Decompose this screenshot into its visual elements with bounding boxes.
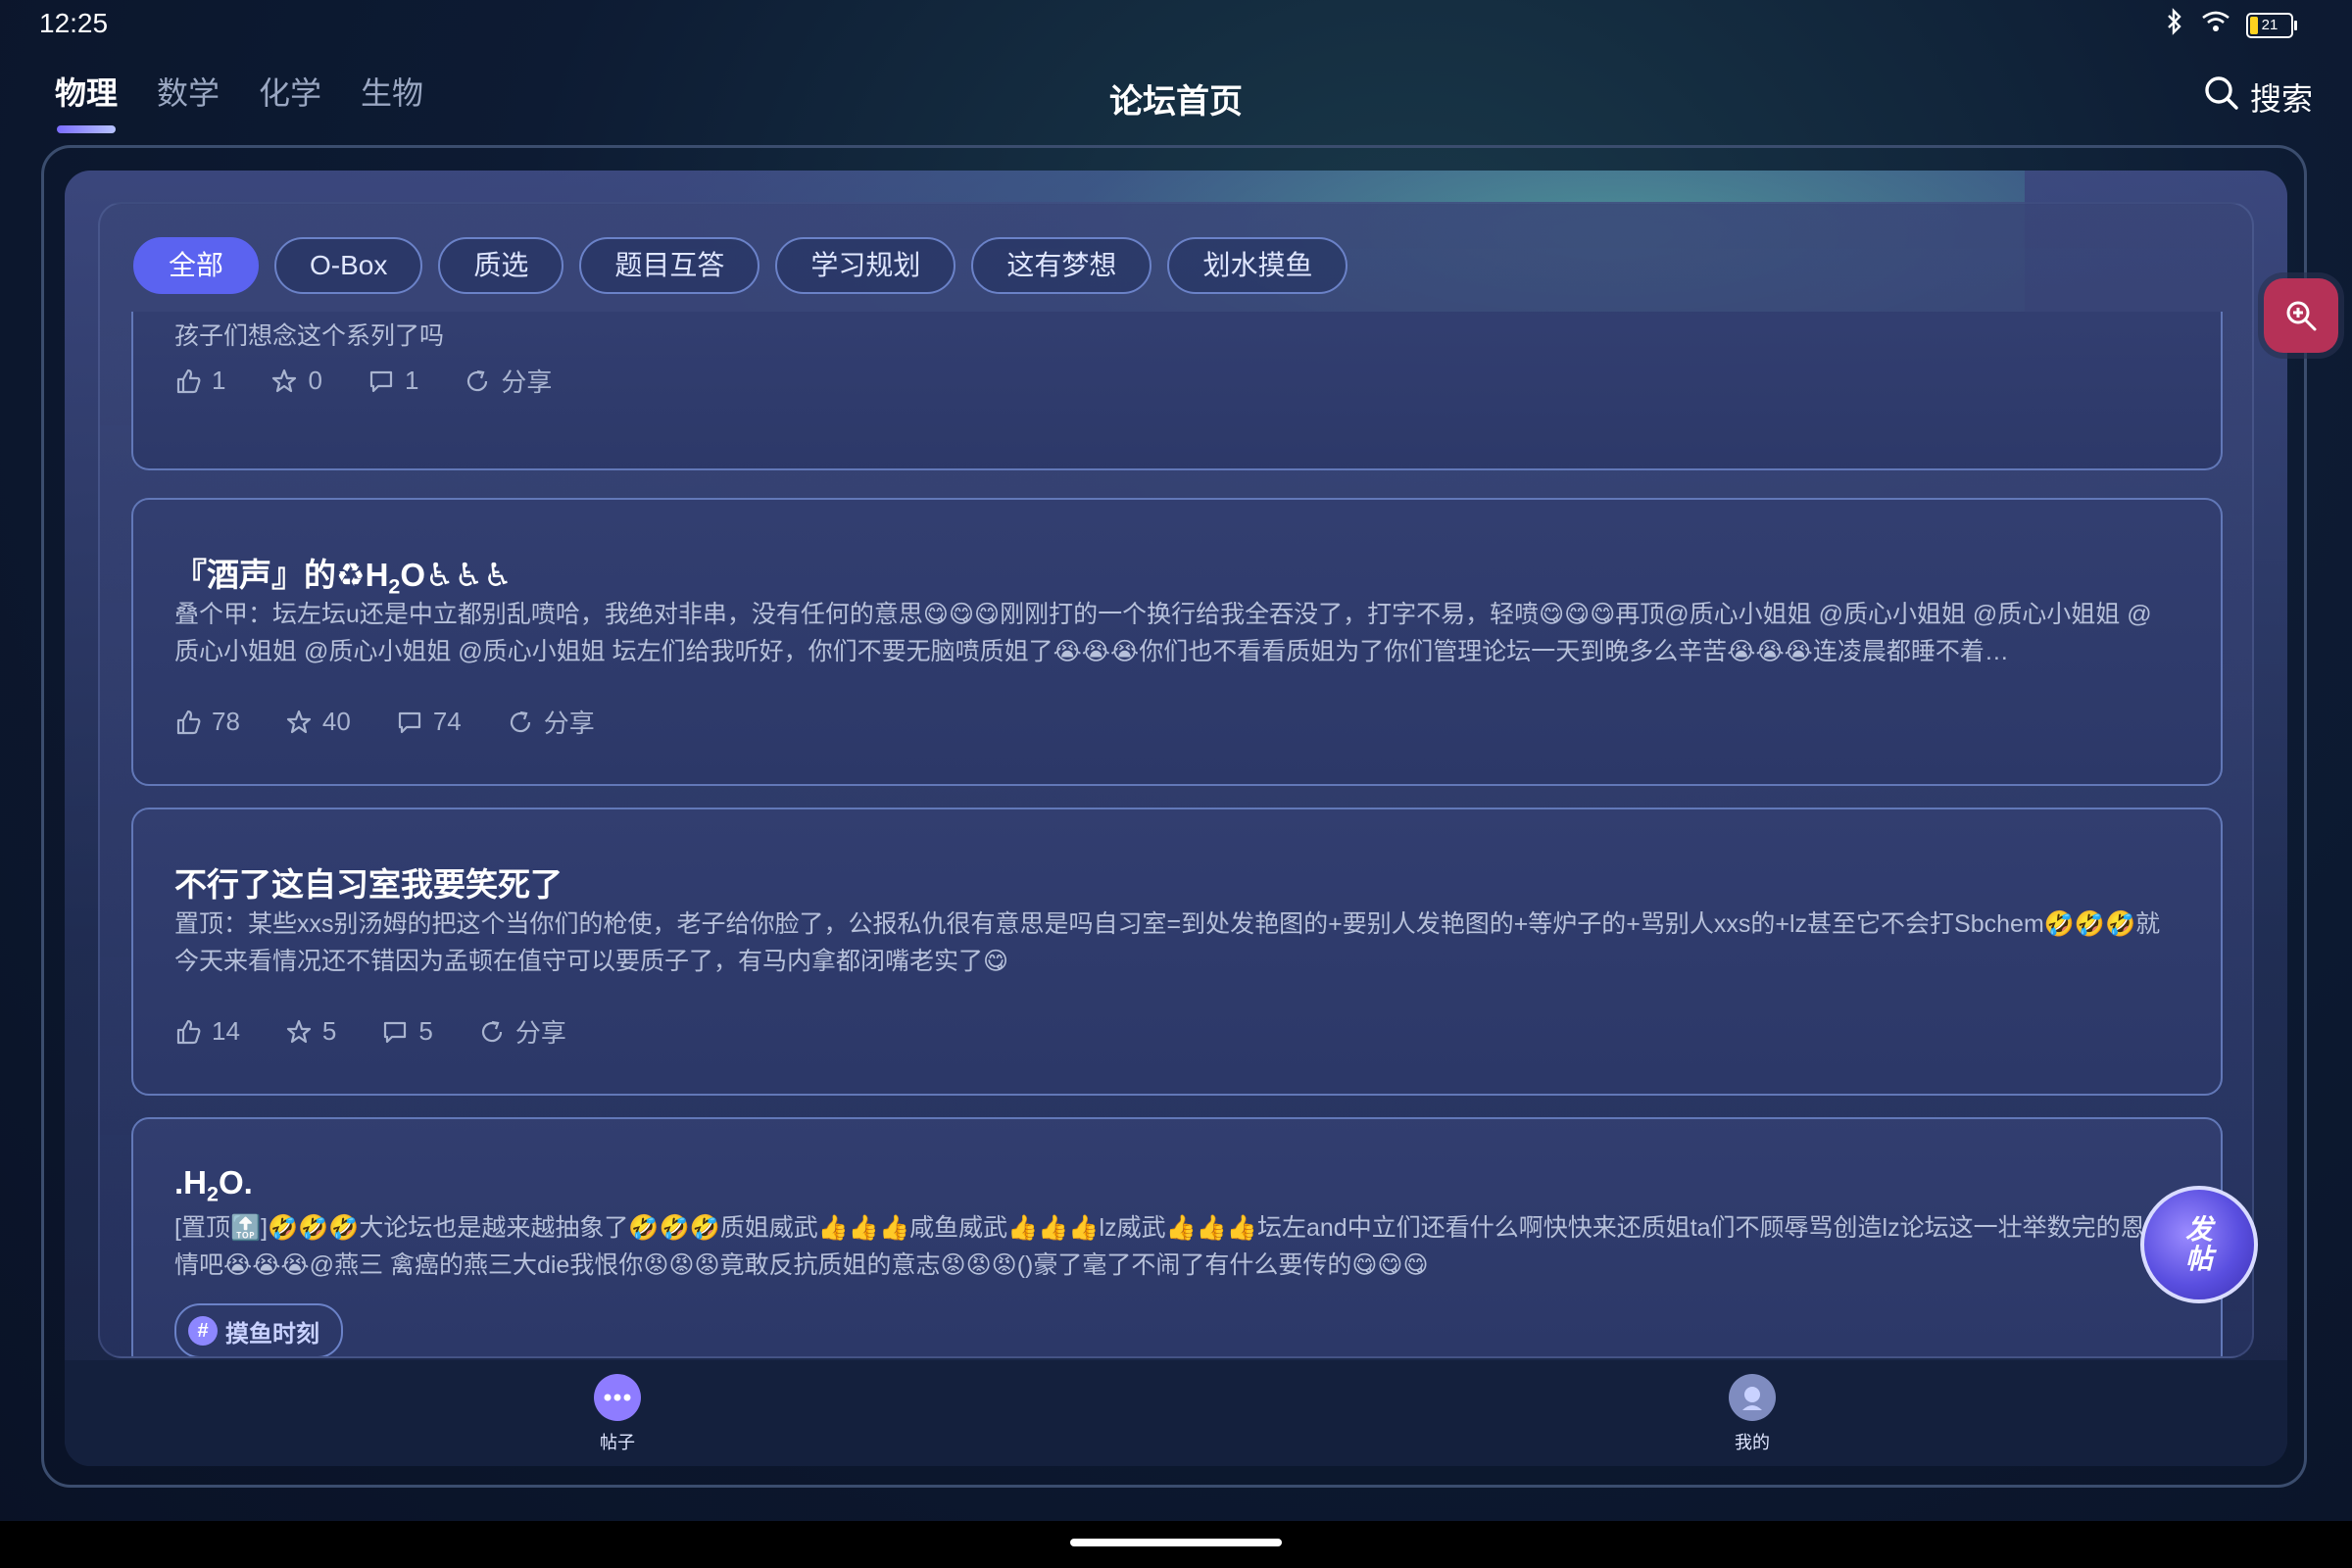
- star-count: 40: [321, 707, 351, 736]
- zoom-button[interactable]: [2264, 278, 2338, 353]
- nav-posts[interactable]: 帖子: [594, 1374, 641, 1454]
- comment-button[interactable]: 5: [381, 1013, 433, 1050]
- post-body: 叠个甲：坛左坛u还是中立都别乱喷哈，我绝对非串，没有任何的意思😋😋😋刚刚打的一个…: [174, 601, 2152, 665]
- post-body: 置顶：某些xxs别汤姆的把这个当你们的枪使，老子给你脸了，公报私仇很有意思是吗自…: [174, 910, 2161, 975]
- nav-posts-label: 帖子: [600, 1433, 635, 1452]
- tab-dreams[interactable]: 这有梦想: [971, 237, 1152, 294]
- favorite-button[interactable]: 5: [285, 1013, 336, 1050]
- post-title: 『酒声』的♻H2O♿♿♿: [174, 557, 513, 599]
- nav-mine-label: 我的: [1735, 1433, 1770, 1452]
- hashtag-icon: #: [188, 1316, 218, 1346]
- post-card[interactable]: 『酒声』的♻H2O♿♿♿ 叠个甲：坛左坛u还是中立都别乱喷哈，我绝对非串，没有任…: [131, 498, 2223, 786]
- zoom-in-icon: [2286, 301, 2317, 331]
- post-title: .H2O.: [174, 1164, 253, 1206]
- post-card[interactable]: 孩子们想念这个系列了吗 1 0 1 分享: [131, 312, 2223, 470]
- comment-count: 1: [404, 366, 419, 395]
- battery-icon: 21: [2246, 12, 2297, 38]
- favorite-button[interactable]: 40: [285, 704, 351, 740]
- tab-featured[interactable]: 质选: [438, 237, 564, 294]
- bottom-nav: 帖子 我的: [65, 1360, 2287, 1466]
- share-button[interactable]: 分享: [478, 1013, 566, 1050]
- feed-panel: 全部 O-Box 质选 题目互答 学习规划 这有梦想 划水摸鱼 孩子们想念这个系…: [98, 202, 2254, 1358]
- star-count: 0: [308, 366, 322, 395]
- status-bar: 12:25 21: [0, 0, 2352, 49]
- search-label: 搜索: [2249, 81, 2313, 117]
- thumbs-up-icon: [176, 368, 201, 393]
- comment-count: 74: [432, 707, 462, 736]
- favorite-button[interactable]: 0: [270, 363, 322, 399]
- post-body: 孩子们想念这个系列了吗: [174, 322, 445, 350]
- comment-icon: [398, 711, 420, 733]
- comment-icon: [369, 370, 393, 392]
- tab-study-plan[interactable]: 学习规划: [775, 237, 956, 294]
- share-icon: [467, 369, 488, 391]
- share-icon: [481, 1020, 502, 1042]
- home-indicator[interactable]: [1070, 1539, 1282, 1546]
- wifi-icon: [2201, 10, 2230, 40]
- tab-obox[interactable]: O-Box: [274, 237, 423, 294]
- post-actions: 78 40 74 分享: [174, 704, 595, 740]
- status-time: 12:25: [39, 8, 109, 38]
- star-icon: [286, 710, 312, 733]
- star-count: 5: [321, 1016, 337, 1046]
- post-actions: 14 5 5 分享: [174, 1013, 566, 1050]
- post-actions: 1 0 1 分享: [174, 363, 552, 399]
- share-label: 分享: [514, 1018, 566, 1048]
- star-icon: [286, 1019, 312, 1043]
- thumbs-up-icon: [176, 710, 201, 734]
- topic-tag-label: 摸鱼时刻: [225, 1320, 319, 1348]
- post-body: [置顶🔝]🤣🤣🤣大论坛也是越来越抽象了🤣🤣🤣质姐威武👍👍👍咸鱼威武👍👍👍lz威武…: [174, 1214, 2145, 1279]
- new-post-label: 发帖: [2184, 1214, 2213, 1274]
- like-button[interactable]: 14: [174, 1013, 240, 1050]
- star-icon: [272, 368, 297, 392]
- category-tabs: 全部 O-Box 质选 题目互答 学习规划 这有梦想 划水摸鱼: [133, 237, 1348, 294]
- search-button[interactable]: 搜索: [2203, 74, 2313, 120]
- chat-bubble-icon: [594, 1374, 641, 1421]
- post-title: 不行了这自习室我要笑死了: [174, 866, 563, 903]
- like-button[interactable]: 78: [174, 704, 240, 740]
- like-count: 1: [212, 366, 226, 395]
- new-post-button[interactable]: 发帖: [2140, 1186, 2258, 1303]
- share-label: 分享: [501, 368, 553, 397]
- comment-button[interactable]: 1: [368, 363, 418, 399]
- like-count: 78: [212, 707, 240, 736]
- post-card[interactable]: 不行了这自习室我要笑死了 置顶：某些xxs别汤姆的把这个当你们的枪使，老子给你脸…: [131, 808, 2223, 1096]
- share-button[interactable]: 分享: [507, 704, 595, 740]
- like-button[interactable]: 1: [174, 363, 225, 399]
- like-count: 14: [212, 1016, 240, 1046]
- nav-mine[interactable]: 我的: [1729, 1374, 1776, 1454]
- share-button[interactable]: 分享: [464, 363, 552, 399]
- status-icons: 21: [2164, 8, 2297, 42]
- profile-icon: [1729, 1374, 1776, 1421]
- thumbs-up-icon: [176, 1019, 201, 1044]
- tab-all[interactable]: 全部: [133, 237, 260, 294]
- tab-qa[interactable]: 题目互答: [579, 237, 760, 294]
- topic-tag[interactable]: # 摸鱼时刻: [174, 1303, 343, 1356]
- post-card[interactable]: .H2O. [置顶🔝]🤣🤣🤣大论坛也是越来越抽象了🤣🤣🤣质姐威武👍👍👍咸鱼威武👍…: [131, 1117, 2223, 1356]
- share-icon: [510, 710, 530, 732]
- comment-icon: [384, 1021, 407, 1043]
- share-label: 分享: [543, 709, 595, 738]
- comment-count: 5: [418, 1016, 433, 1046]
- bluetooth-icon: [2164, 8, 2185, 42]
- tab-slacking[interactable]: 划水摸鱼: [1167, 237, 1348, 294]
- comment-button[interactable]: 74: [396, 704, 462, 740]
- page-title: 论坛首页: [1109, 83, 1243, 121]
- search-icon: [2203, 74, 2240, 120]
